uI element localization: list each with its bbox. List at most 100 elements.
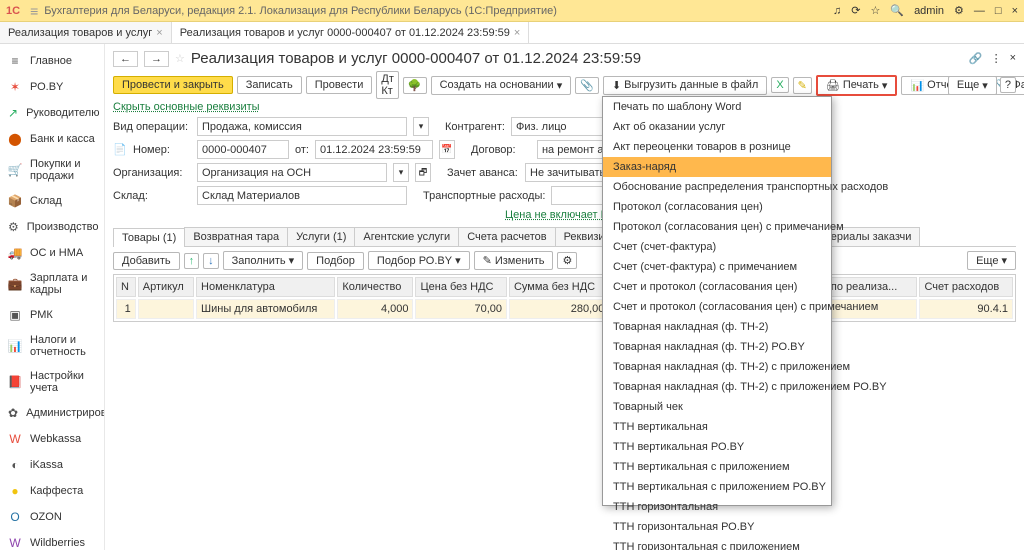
col-header[interactable]: Цена без НДС	[415, 277, 507, 297]
print-menu-item[interactable]: ТТН вертикальная с приложением РО.BY	[603, 477, 831, 497]
org-dd-icon[interactable]: ▾	[393, 163, 409, 182]
user-label[interactable]: admin	[914, 5, 944, 17]
bell-icon[interactable]: ♫	[833, 5, 841, 17]
dk-button[interactable]: ДтКт	[376, 71, 399, 99]
print-menu-item[interactable]: Протокол (согласования цен) с примечание…	[603, 217, 831, 237]
more-button[interactable]: Еще ▾	[948, 76, 997, 95]
save-button[interactable]: Записать	[237, 76, 302, 94]
sidebar-item[interactable]: ↗Руководителю	[0, 100, 104, 126]
link-icon[interactable]: 🔗	[969, 52, 983, 65]
cal-icon[interactable]: 📅	[439, 140, 455, 159]
settings-icon[interactable]: ⚙	[954, 4, 964, 17]
sidebar-item[interactable]: 🚚ОС и НМА	[0, 240, 104, 266]
print-menu-item[interactable]: Акт об оказании услуг	[603, 117, 831, 137]
down-button[interactable]: ↓	[203, 253, 219, 269]
sidebar-item[interactable]: ◐iKassa	[0, 452, 104, 478]
sidebar-item[interactable]: WWebkassa	[0, 426, 104, 452]
up-button[interactable]: ↑	[184, 253, 200, 269]
minimize-icon[interactable]: —	[974, 5, 985, 17]
print-menu-item[interactable]: ТТН вертикальная	[603, 417, 831, 437]
sidebar-item[interactable]: ●Каффеста	[0, 478, 104, 504]
pick-button[interactable]: Подбор	[307, 252, 364, 270]
col-header[interactable]: Счет расходов	[919, 277, 1013, 297]
col-header[interactable]: N	[116, 277, 136, 297]
forward-button[interactable]: →	[144, 51, 169, 67]
print-menu-item[interactable]: Печать по шаблону Word	[603, 97, 831, 117]
sidebar-item[interactable]: ⬤Банк и касса	[0, 126, 104, 152]
print-button[interactable]: 🖨 Печать ▾	[816, 75, 898, 96]
sidebar-item[interactable]: WWildberries	[0, 530, 104, 550]
print-menu-item[interactable]: Товарная накладная (ф. ТН-2)	[603, 317, 831, 337]
attach-button[interactable]: 📎	[575, 77, 599, 94]
search-icon[interactable]: 🔍	[890, 4, 904, 17]
kebab-icon[interactable]: ⋮	[991, 52, 1002, 65]
menu-icon[interactable]: ≡	[30, 3, 38, 19]
print-menu-item[interactable]: Товарная накладная (ф. ТН-2) с приложени…	[603, 357, 831, 377]
table-row[interactable]: 1 Шины для автомобиля 4,000 70,00 280,00…	[116, 299, 1013, 319]
sidebar-item[interactable]: ≡Главное	[0, 48, 104, 74]
create-from-button[interactable]: Создать на основании ▾	[431, 76, 572, 95]
sidebar-item[interactable]: 🛒Покупки и продажи	[0, 152, 104, 188]
app-tab[interactable]: Реализация товаров и услуг 0000-000407 о…	[172, 22, 530, 43]
help-button[interactable]: ?	[1000, 77, 1016, 93]
print-menu-item[interactable]: Счет и протокол (согласования цен) с при…	[603, 297, 831, 317]
close-icon[interactable]: ×	[1012, 5, 1018, 17]
num-input[interactable]	[197, 140, 289, 159]
sub-tab[interactable]: Счета расчетов	[458, 227, 555, 246]
edit-button[interactable]: ✎ Изменить	[474, 251, 554, 270]
wh-input[interactable]	[197, 186, 407, 205]
print-menu-item[interactable]: Счет и протокол (согласования цен)	[603, 277, 831, 297]
tab-close-icon[interactable]: ×	[514, 27, 520, 39]
op-select[interactable]	[197, 117, 407, 136]
app-tab[interactable]: Реализация товаров и услуг×	[0, 22, 172, 43]
sidebar-item[interactable]: ▣РМК	[0, 302, 104, 328]
sub-tab[interactable]: Агентские услуги	[354, 227, 459, 246]
print-menu-item[interactable]: Товарный чек	[603, 397, 831, 417]
favorite-icon[interactable]: ☆	[175, 52, 185, 65]
hide-details-link[interactable]: Скрыть основные реквизиты	[113, 101, 260, 113]
sidebar-item[interactable]: ✶РО.BY	[0, 74, 104, 100]
tree-button[interactable]: 🌳	[403, 77, 427, 94]
history-icon[interactable]: ⟳	[851, 4, 860, 17]
close-page-icon[interactable]: ×	[1010, 52, 1016, 65]
print-menu-item[interactable]: ТТН горизонтальная с приложением	[603, 537, 831, 550]
grid-more-button[interactable]: Еще ▾	[967, 251, 1016, 270]
print-menu-item[interactable]: ТТН вертикальная РО.BY	[603, 437, 831, 457]
org-open-icon[interactable]: 🗗	[415, 163, 431, 182]
org-input[interactable]	[197, 163, 387, 182]
print-menu-item[interactable]: ТТН горизонтальная	[603, 497, 831, 517]
print-menu-item[interactable]: ТТН вертикальная с приложением	[603, 457, 831, 477]
pick-po-button[interactable]: Подбор РО.BY ▾	[368, 251, 470, 270]
sidebar-item[interactable]: ✿Администрирование	[0, 400, 104, 426]
date-input[interactable]	[315, 140, 433, 159]
fill-button[interactable]: Заполнить ▾	[223, 251, 304, 270]
sidebar-item[interactable]: OOZON	[0, 504, 104, 530]
print-menu-item[interactable]: Протокол (согласования цен)	[603, 197, 831, 217]
print-menu-item[interactable]: Заказ-наряд	[603, 157, 831, 177]
cfg-button[interactable]: ⚙	[557, 252, 577, 269]
star-icon[interactable]: ☆	[870, 4, 880, 17]
excel-button[interactable]: X	[771, 77, 788, 93]
col-header[interactable]: Артикул	[138, 277, 194, 297]
post-close-button[interactable]: Провести и закрыть	[113, 76, 233, 94]
sidebar-item[interactable]: 📦Склад	[0, 188, 104, 214]
sidebar-item[interactable]: 📊Налоги и отчетность	[0, 328, 104, 364]
tab-close-icon[interactable]: ×	[156, 27, 162, 39]
sidebar-item[interactable]: ⚙Производство	[0, 214, 104, 240]
sidebar-item[interactable]: 📕Настройки учета	[0, 364, 104, 400]
sub-tab[interactable]: Возвратная тара	[184, 227, 288, 246]
print-menu-item[interactable]: Акт переоценки товаров в рознице	[603, 137, 831, 157]
back-button[interactable]: ←	[113, 51, 138, 67]
add-button[interactable]: Добавить	[113, 252, 180, 270]
sub-tab[interactable]: Услуги (1)	[287, 227, 355, 246]
print-menu-item[interactable]: ТТН горизонтальная РО.BY	[603, 517, 831, 537]
sign-button[interactable]: ✎	[793, 77, 812, 94]
print-menu-item[interactable]: Товарная накладная (ф. ТН-2) с приложени…	[603, 377, 831, 397]
print-menu-item[interactable]: Обоснование распределения транспортных р…	[603, 177, 831, 197]
maximize-icon[interactable]: □	[995, 5, 1002, 17]
col-header[interactable]: Количество	[337, 277, 413, 297]
op-dd-icon[interactable]: ▾	[413, 117, 429, 136]
print-menu-item[interactable]: Товарная накладная (ф. ТН-2) РО.BY	[603, 337, 831, 357]
post-button[interactable]: Провести	[306, 76, 373, 94]
print-menu-item[interactable]: Счет (счет-фактура) с примечанием	[603, 257, 831, 277]
